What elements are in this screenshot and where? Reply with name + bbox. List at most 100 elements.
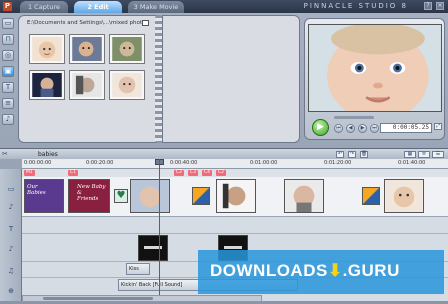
wipe-transition-icon[interactable]: [362, 187, 380, 205]
photo-clip[interactable]: [216, 179, 256, 213]
tab-capture[interactable]: 1 Capture: [20, 1, 68, 13]
baby-photo-icon: [72, 73, 102, 97]
marker-row: M1 C1 C2 C3 C4 C2: [22, 169, 448, 177]
video-scenes-tool-icon[interactable]: ▭: [2, 18, 14, 29]
baby-face-preview-image: [309, 25, 441, 111]
folder-tool-icon[interactable]: ⊓: [2, 34, 14, 45]
tab-edit[interactable]: 2 Edit: [74, 1, 122, 13]
top-tab-bar: P 1 Capture 2 Edit 3 Make Movie PINNACLE…: [0, 0, 448, 13]
timeline-ruler[interactable]: 0:00:00:00 0:00:20:00 0:00:40:00 0:01:00…: [22, 159, 448, 169]
baby-photo-icon: [131, 180, 169, 212]
playhead-line[interactable]: [159, 159, 160, 301]
video-track-icon[interactable]: ▭: [6, 185, 16, 194]
track-divider: [22, 233, 448, 234]
app-brand-title: PINNACLE STUDIO 8: [303, 2, 408, 10]
ruler-label: 0:01:20:00: [324, 160, 352, 166]
app-logo-icon: P: [3, 2, 12, 11]
storyboard-view-icon[interactable]: ▦: [404, 151, 416, 158]
close-button[interactable]: ×: [436, 2, 444, 10]
player-controls: ▶ ⏮ ◀ ▶ ⏭ 0:00:05.25 ⤢: [308, 115, 442, 139]
photo-album-right-page: [162, 15, 300, 143]
baby-photo-icon: [112, 37, 142, 61]
chapter-marker[interactable]: M1: [24, 170, 35, 176]
music-track-icon[interactable]: ♫: [6, 267, 16, 276]
photo-thumbnail[interactable]: [69, 70, 105, 100]
photo-album-left-page: E:\Documents and Settings\...\mixed phot…: [18, 15, 158, 143]
audio-track-icon[interactable]: ♪: [6, 203, 16, 212]
pinnacle-studio-window: P 1 Capture 2 Edit 3 Make Movie PINNACLE…: [0, 0, 448, 304]
tab-make-movie[interactable]: 3 Make Movie: [128, 1, 184, 13]
zoom-icon[interactable]: ⊕: [6, 287, 16, 296]
open-folder-icon[interactable]: [142, 20, 149, 26]
photo-thumbnail[interactable]: [69, 34, 105, 64]
sound-tool-icon[interactable]: ♪: [2, 114, 14, 125]
sound-effect-track-icon[interactable]: ♪: [6, 245, 16, 254]
sound-effect-clip[interactable]: Kiss: [126, 263, 150, 275]
baby-photo-icon: [32, 73, 62, 97]
redo-icon[interactable]: ↷: [348, 151, 356, 158]
project-name: babies: [38, 151, 58, 158]
chapter-marker[interactable]: C3: [188, 170, 199, 176]
baby-photo-icon: [217, 180, 255, 212]
help-button[interactable]: ?: [424, 2, 432, 10]
timeline-scrollbar[interactable]: [22, 295, 262, 302]
fast-forward-button[interactable]: ▶: [358, 124, 367, 133]
camera-tool-icon[interactable]: ◎: [2, 50, 14, 61]
play-button[interactable]: ▶: [312, 119, 329, 136]
undo-icon[interactable]: ↶: [336, 151, 344, 158]
preview-screen: [308, 24, 442, 112]
photo-clip[interactable]: [384, 179, 424, 213]
text-view-icon[interactable]: ☰: [432, 151, 444, 158]
ruler-label: 0:00:00:00: [24, 160, 52, 166]
timeline-view-icon[interactable]: ≡: [418, 151, 430, 158]
photo-thumbnail[interactable]: [29, 70, 65, 100]
photo-tool-icon[interactable]: ▣: [2, 66, 14, 77]
watermark-text-right: .GURU: [342, 261, 400, 280]
download-arrow-icon: ⬇: [327, 261, 343, 280]
chapter-marker[interactable]: C4: [202, 170, 213, 176]
baby-photo-icon: [112, 73, 142, 97]
timeline-header: ✂ babies ↶ ↷ 🗑 ▦ ≡ ☰: [0, 148, 448, 159]
go-to-end-button[interactable]: ⏭: [370, 124, 379, 133]
go-to-start-button[interactable]: ⏮: [334, 124, 343, 133]
photo-clip[interactable]: [130, 179, 170, 213]
title-overlay-text-bar: [224, 246, 242, 249]
scrollbar-thumb[interactable]: [43, 297, 153, 300]
baby-photo-icon: [72, 37, 102, 61]
wipe-transition-icon[interactable]: [192, 187, 210, 205]
album-path: E:\Documents and Settings\...\mixed phot…: [27, 20, 149, 26]
ruler-label: 0:00:20:00: [86, 160, 114, 166]
scissors-icon[interactable]: ✂: [2, 150, 8, 158]
title-clip[interactable]: New Baby & Friends: [68, 179, 110, 213]
watermark-text: DOWNLOADS⬇.GURU: [210, 261, 400, 281]
title-tool-icon[interactable]: T: [2, 82, 14, 93]
heart-transition-icon[interactable]: ♥: [114, 189, 128, 203]
baby-photo-icon: [32, 37, 62, 61]
watermark-text-left: DOWNLOADS: [210, 261, 328, 280]
photo-thumbnail[interactable]: [109, 34, 145, 64]
title-clip[interactable]: Our Babies: [24, 179, 64, 213]
chapter-marker[interactable]: C2: [216, 170, 227, 176]
ruler-label: 0:01:00:00: [250, 160, 278, 166]
downloads-guru-watermark: DOWNLOADS⬇.GURU: [198, 250, 444, 294]
title-clip-text: New Baby & Friends: [77, 184, 106, 202]
fullscreen-icon[interactable]: ⤢: [434, 123, 442, 130]
album-tool-column: ▭ ⊓ ◎ ▣ T ≡ ♪: [2, 18, 16, 144]
title-clip-text: Our Babies: [27, 184, 46, 196]
title-track-icon[interactable]: T: [6, 225, 16, 234]
photo-clip[interactable]: [284, 179, 324, 213]
chapter-marker[interactable]: C2: [174, 170, 185, 176]
timecode-display[interactable]: 0:00:05.25: [380, 123, 432, 133]
delete-icon[interactable]: 🗑: [360, 151, 368, 158]
title-overlay-clip[interactable]: [138, 235, 168, 261]
baby-photo-icon: [285, 180, 323, 212]
rewind-button[interactable]: ◀: [346, 124, 355, 133]
ruler-label: 0:01:40:00: [398, 160, 426, 166]
chapter-marker[interactable]: C1: [68, 170, 79, 176]
track-header-column: ▭ ♪ T ♪ ♫ ⊕: [0, 169, 22, 301]
menu-tool-icon[interactable]: ≡: [2, 98, 14, 109]
photo-thumbnail[interactable]: [29, 34, 65, 64]
photo-thumbnail[interactable]: [109, 70, 145, 100]
ruler-label: 0:00:40:00: [170, 160, 198, 166]
playback-slider[interactable]: [334, 116, 374, 119]
